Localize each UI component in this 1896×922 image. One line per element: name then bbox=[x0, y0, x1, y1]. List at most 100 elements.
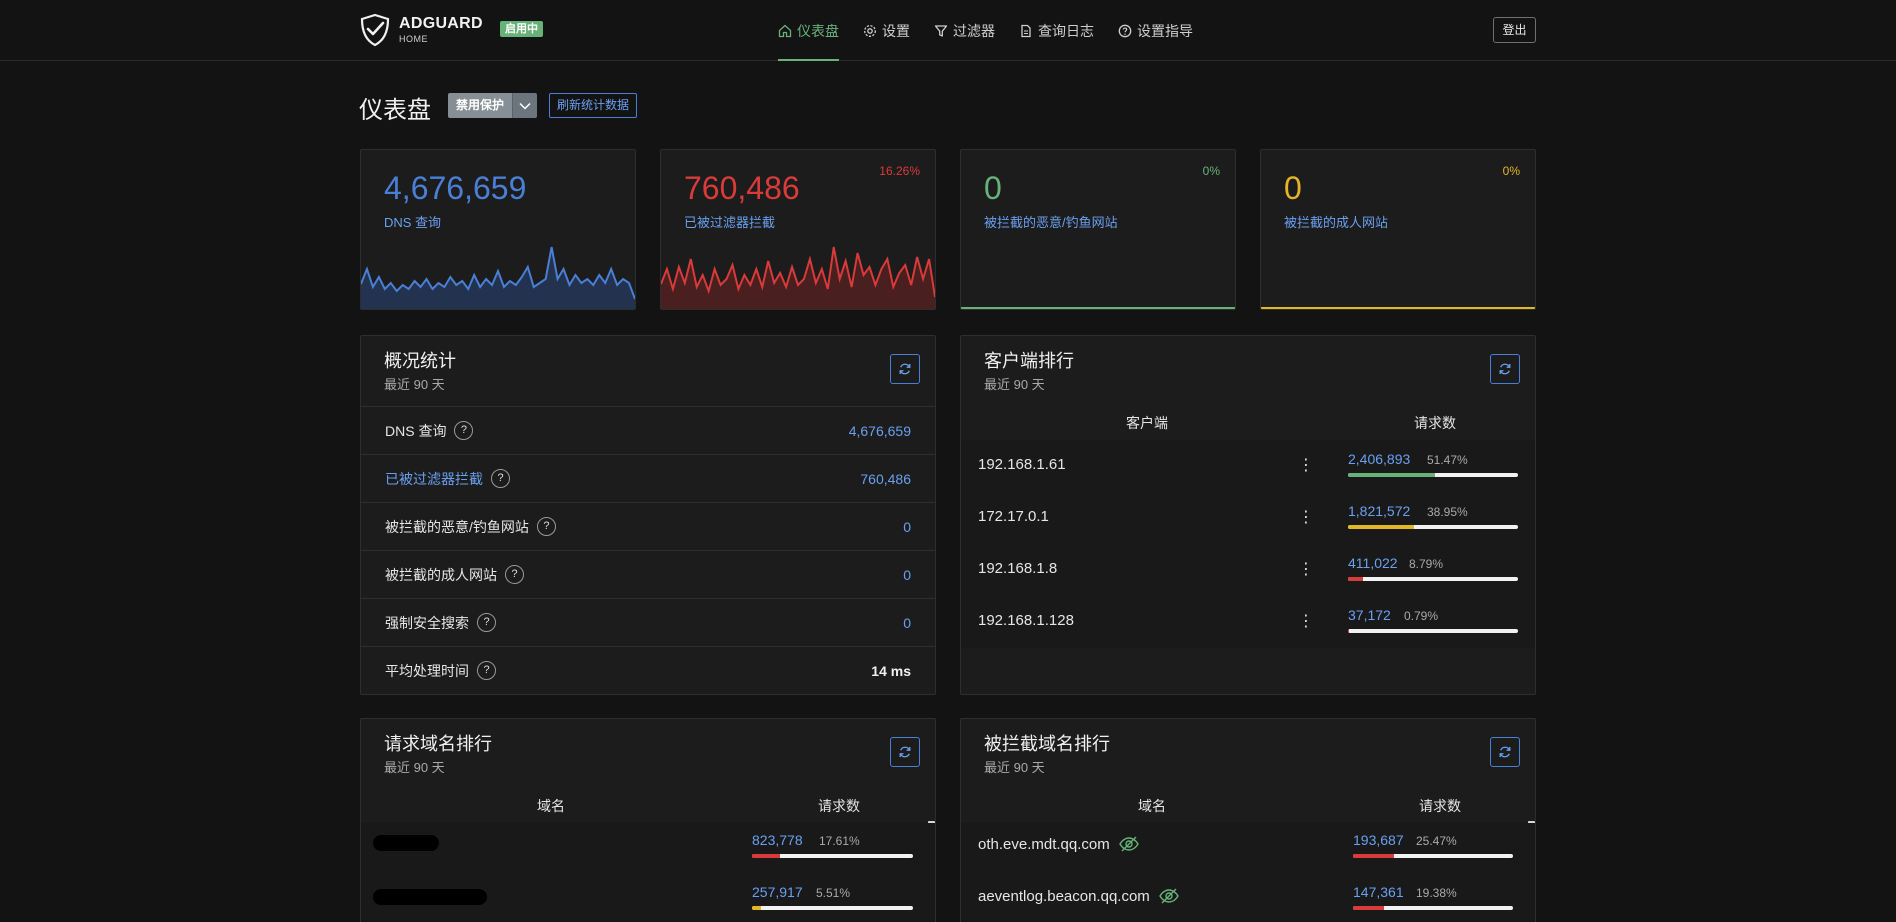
row-label[interactable]: 已被过滤器拦截 bbox=[385, 469, 483, 489]
nav-filters-label: 过滤器 bbox=[953, 22, 995, 39]
stat-value: 0 bbox=[1284, 170, 1302, 206]
help-icon[interactable]: ? bbox=[536, 517, 556, 536]
stat-card-dns-queries: 4,676,659 DNS 查询 bbox=[360, 149, 636, 310]
percent-bar bbox=[1348, 473, 1518, 477]
request-count[interactable]: 411,022 bbox=[1348, 555, 1398, 571]
disable-protection-dropdown[interactable] bbox=[512, 93, 538, 118]
adguard-logo[interactable]: ADGUARD HOME bbox=[359, 13, 483, 47]
help-icon[interactable]: ? bbox=[491, 469, 510, 488]
row-label: 平均处理时间 bbox=[385, 662, 469, 679]
row-value[interactable]: 760,486 bbox=[860, 471, 911, 487]
nav-setup-guide[interactable]: 设置指导 bbox=[1118, 0, 1193, 61]
refresh-icon bbox=[899, 746, 911, 758]
stat-card-malware: 0 被拦截的恶意/钓鱼网站 0% bbox=[960, 149, 1236, 310]
logout-button[interactable]: 登出 bbox=[1493, 17, 1536, 43]
nav-dashboard-label: 仪表盘 bbox=[797, 22, 839, 39]
request-count[interactable]: 2,406,893 bbox=[1348, 451, 1410, 467]
domain-name: aeventlog.beacon.qq.com bbox=[978, 887, 1180, 905]
request-count[interactable]: 147,361 bbox=[1353, 884, 1404, 900]
refresh-icon bbox=[899, 363, 911, 375]
sparkline-baseline bbox=[1261, 307, 1535, 309]
request-percent: 51.47% bbox=[1427, 453, 1468, 467]
row-value[interactable]: 4,676,659 bbox=[849, 423, 911, 439]
stat-label: DNS 查询 bbox=[384, 215, 442, 230]
nav-setup-guide-label: 设置指导 bbox=[1137, 22, 1193, 39]
request-percent: 19.38% bbox=[1416, 886, 1457, 900]
percent-bar bbox=[1348, 577, 1518, 581]
document-icon bbox=[1021, 24, 1031, 37]
sparkline-dns-queries bbox=[361, 246, 635, 309]
request-count[interactable]: 37,172 bbox=[1348, 607, 1391, 623]
help-icon[interactable]: ? bbox=[505, 565, 524, 584]
stat-label: 已被过滤器拦截 bbox=[684, 215, 776, 230]
gear-icon bbox=[864, 24, 876, 37]
request-percent: 25.47% bbox=[1416, 834, 1457, 848]
filter-icon bbox=[934, 24, 948, 37]
more-options-icon[interactable]: ⋮ bbox=[1298, 507, 1314, 527]
domain-text[interactable]: aeventlog.beacon.qq.com bbox=[978, 888, 1150, 905]
percent-bar bbox=[1348, 525, 1518, 529]
stat-percent: 0% bbox=[1502, 164, 1520, 178]
more-options-icon[interactable]: ⋮ bbox=[1298, 455, 1314, 475]
row-label: DNS 查询 bbox=[385, 422, 447, 439]
column-header-requests[interactable]: 请求数 bbox=[1343, 796, 1535, 816]
row-value[interactable]: 0 bbox=[903, 519, 911, 535]
help-icon[interactable]: ? bbox=[454, 421, 474, 440]
table-row: 257,917 5.51% bbox=[361, 875, 935, 922]
stat-value: 4,676,659 bbox=[384, 170, 527, 206]
column-header-domain[interactable]: 域名 bbox=[361, 796, 741, 816]
stat-value: 0 bbox=[984, 170, 1002, 206]
column-header-client[interactable]: 客户端 bbox=[961, 413, 1333, 433]
request-count[interactable]: 257,917 bbox=[752, 884, 803, 900]
client-name[interactable]: 192.168.1.61 bbox=[978, 456, 1066, 473]
row-label: 强制安全搜索 bbox=[385, 614, 469, 631]
row-value: 14 ms bbox=[871, 662, 911, 679]
refresh-button[interactable] bbox=[890, 354, 920, 384]
client-name[interactable]: 172.17.0.1 bbox=[978, 508, 1049, 525]
card-subtitle: 最近 90 天 bbox=[384, 377, 445, 392]
percent-bar bbox=[752, 906, 913, 910]
help-icon[interactable]: ? bbox=[477, 661, 496, 680]
nav-query-log[interactable]: 查询日志 bbox=[1019, 0, 1094, 61]
home-icon bbox=[778, 24, 792, 37]
more-options-icon[interactable]: ⋮ bbox=[1298, 559, 1314, 579]
stat-percent: 0% bbox=[1202, 164, 1220, 178]
request-count[interactable]: 193,687 bbox=[1353, 832, 1404, 848]
request-count[interactable]: 1,821,572 bbox=[1348, 503, 1410, 519]
client-name[interactable]: 192.168.1.8 bbox=[978, 560, 1057, 577]
column-header-requests[interactable]: 请求数 bbox=[1333, 413, 1535, 433]
nav-dashboard[interactable]: 仪表盘 bbox=[778, 0, 839, 61]
disable-protection-button[interactable]: 禁用保护 bbox=[448, 93, 538, 118]
card-subtitle: 最近 90 天 bbox=[984, 377, 1045, 392]
row-value[interactable]: 0 bbox=[903, 567, 911, 583]
request-percent: 0.79% bbox=[1404, 609, 1439, 623]
row-label: 被拦截的恶意/钓鱼网站 bbox=[385, 518, 529, 535]
eye-off-icon[interactable] bbox=[1118, 835, 1140, 853]
card-title: 请求域名排行 bbox=[384, 734, 492, 754]
stat-row-dns-queries: DNS 查询? 4,676,659 bbox=[361, 406, 935, 454]
eye-off-icon[interactable] bbox=[1158, 887, 1180, 905]
help-icon[interactable]: ? bbox=[477, 613, 496, 632]
refresh-button[interactable] bbox=[1490, 354, 1520, 384]
row-value[interactable]: 0 bbox=[903, 615, 911, 631]
top-blocked-domains-card: 被拦截域名排行 最近 90 天 域名 请求数 oth.eve.mdt.qq.co… bbox=[960, 718, 1536, 922]
more-options-icon[interactable]: ⋮ bbox=[1298, 611, 1314, 631]
nav-filters[interactable]: 过滤器 bbox=[934, 0, 995, 61]
refresh-button[interactable] bbox=[890, 737, 920, 767]
percent-bar bbox=[1353, 854, 1513, 858]
request-count[interactable]: 823,778 bbox=[752, 832, 803, 848]
stat-card-adult: 0 被拦截的成人网站 0% bbox=[1260, 149, 1536, 310]
refresh-stats-button[interactable]: 刷新统计数据 bbox=[549, 93, 638, 118]
card-subtitle: 最近 90 天 bbox=[984, 760, 1045, 775]
client-name[interactable]: 192.168.1.128 bbox=[978, 612, 1074, 629]
percent-bar bbox=[752, 854, 913, 858]
table-row: 192.168.1.8 ⋮ 411,022 8.79% bbox=[961, 544, 1535, 596]
refresh-button[interactable] bbox=[1490, 737, 1520, 767]
sparkline-blocked bbox=[661, 246, 935, 309]
disable-protection-label[interactable]: 禁用保护 bbox=[448, 93, 513, 118]
column-header-requests[interactable]: 请求数 bbox=[741, 796, 935, 816]
nav-settings[interactable]: 设置 bbox=[863, 0, 910, 61]
top-clients-card: 客户端排行 最近 90 天 客户端 请求数 192.168.1.61 ⋮ 2,4… bbox=[960, 335, 1536, 695]
domain-text[interactable]: oth.eve.mdt.qq.com bbox=[978, 836, 1110, 853]
column-header-domain[interactable]: 域名 bbox=[961, 796, 1343, 816]
